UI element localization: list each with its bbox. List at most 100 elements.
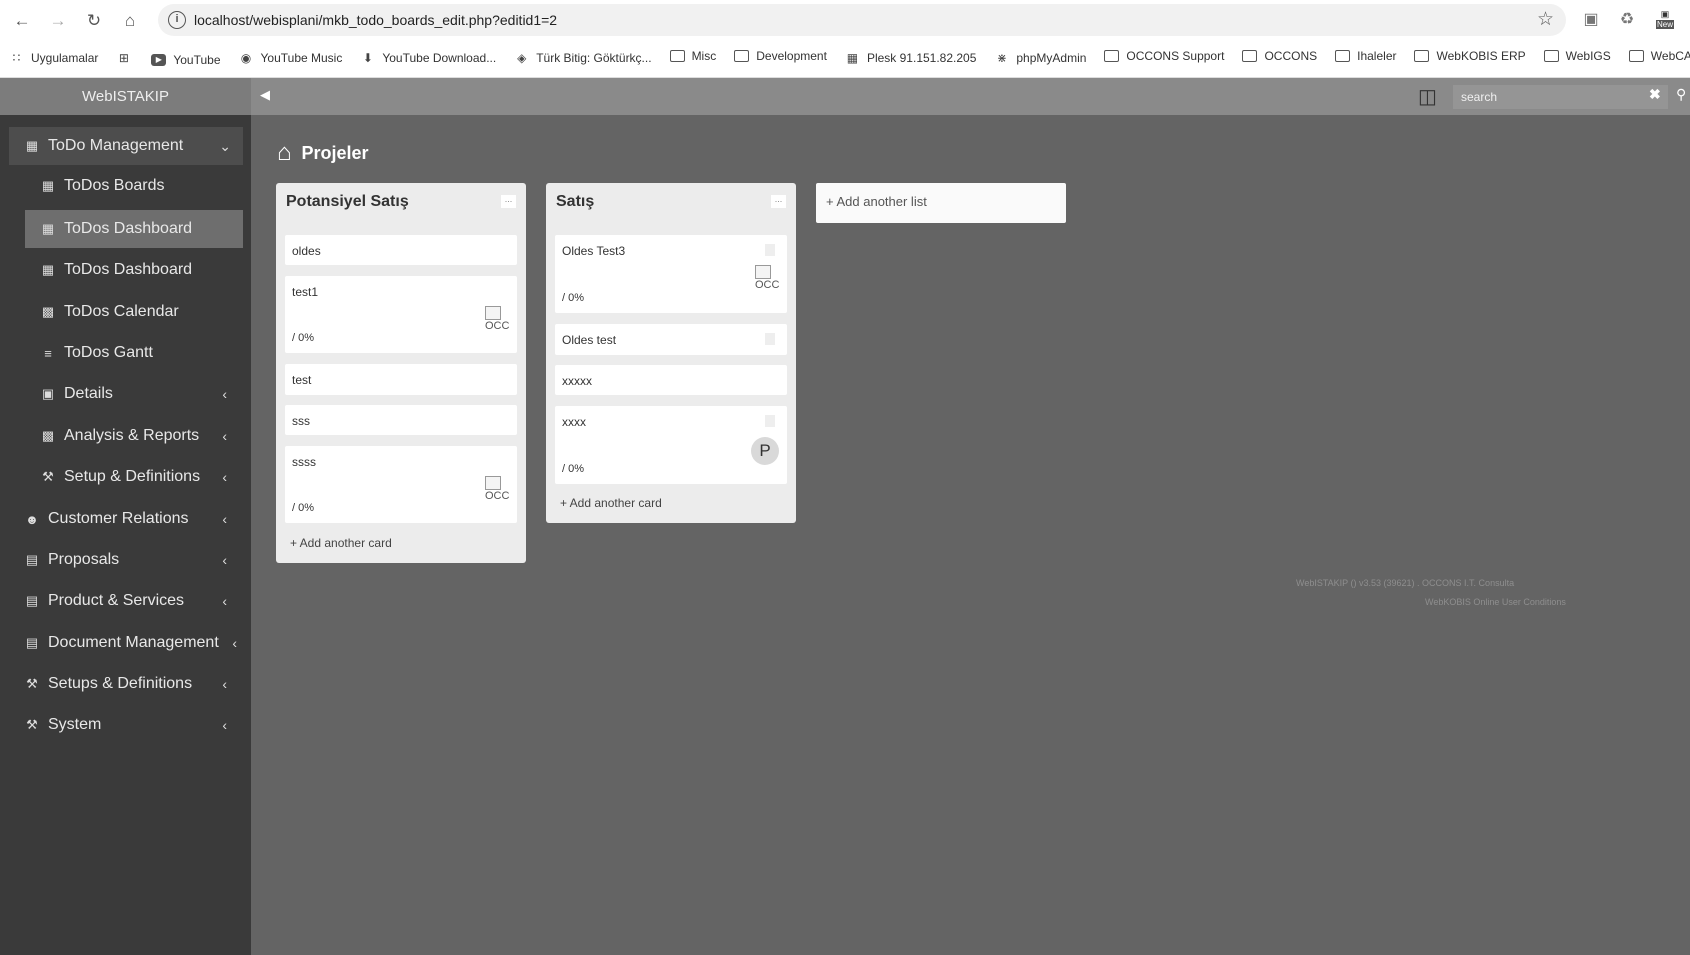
- back-icon[interactable]: ←: [9, 8, 35, 34]
- home-browser-icon[interactable]: ⌂: [117, 8, 143, 34]
- card-checkbox[interactable]: [765, 244, 775, 256]
- sidebar-item-setup-definitions[interactable]: ⚒ Setup & Definitions ‹: [0, 458, 251, 496]
- card[interactable]: xxxx P / 0%: [555, 406, 787, 484]
- footer-conditions-link[interactable]: WebKOBIS Online User Conditions: [1425, 597, 1566, 607]
- bookmark-webigs[interactable]: WebIGS: [1535, 42, 1620, 70]
- card-progress: / 0%: [562, 463, 585, 475]
- recycle-icon[interactable]: ♻: [1616, 9, 1638, 31]
- address-bar[interactable]: i localhost/webisplani/mkb_todo_boards_e…: [158, 4, 1566, 36]
- add-card-button[interactable]: + Add another card: [560, 496, 662, 510]
- sidebar-item-todos-boards[interactable]: ▦ ToDos Boards: [0, 167, 251, 205]
- broken-image-icon: OCC: [483, 306, 511, 334]
- add-list-button[interactable]: + Add another list: [816, 183, 1066, 223]
- star-icon[interactable]: ☆: [1537, 8, 1554, 31]
- sidebar-item-details[interactable]: ▣ Details ‹: [0, 375, 251, 413]
- bookmark-grid[interactable]: ⊞: [107, 44, 142, 72]
- sidebar-item-proposals[interactable]: ▤ Proposals ‹: [0, 541, 251, 579]
- phpmyadmin-icon: ⋇: [996, 51, 1007, 65]
- bookmark-webca[interactable]: WebCA: [1620, 42, 1690, 70]
- search-icon[interactable]: ⚲: [1676, 86, 1686, 103]
- list-title[interactable]: Potansiyel Satış: [286, 193, 409, 211]
- network-icon[interactable]: ◫: [1418, 84, 1444, 110]
- chevron-left-icon: ‹: [222, 511, 227, 527]
- bar-chart-icon: ▩: [41, 428, 55, 443]
- users-icon: ☻: [25, 511, 39, 527]
- sidebar-item-setups-definitions[interactable]: ⚒ Setups & Definitions ‹: [0, 665, 251, 703]
- calendar-icon: ▩: [41, 304, 55, 319]
- clear-search-icon[interactable]: ✖: [1649, 86, 1661, 103]
- bookmark-turk-bitig[interactable]: ◈ Türk Bitig: Göktürkç...: [505, 44, 660, 72]
- info-icon[interactable]: i: [168, 11, 186, 29]
- bookmark-apps[interactable]: ∷ Uygulamalar: [0, 44, 107, 72]
- bookmark-ihaleler[interactable]: Ihaleler: [1326, 42, 1405, 70]
- list-menu-button[interactable]: ...: [501, 195, 516, 208]
- list-menu-button[interactable]: ...: [771, 195, 786, 208]
- card[interactable]: oldes: [285, 235, 517, 265]
- bookmark-plesk[interactable]: ▦ Plesk 91.151.82.205: [836, 44, 985, 72]
- card-checkbox[interactable]: [765, 333, 775, 345]
- folder-icon: [734, 50, 750, 62]
- sidebar-item-todos-calendar[interactable]: ▩ ToDos Calendar: [0, 293, 251, 331]
- sidebar-item-system[interactable]: ⚒ System ‹: [0, 706, 251, 744]
- sidebar-toggle-icon[interactable]: ◀: [260, 87, 270, 103]
- extension-new-icon[interactable]: ▣ New: [1652, 9, 1678, 31]
- card[interactable]: Oldes Test3 OCC / 0%: [555, 235, 787, 313]
- folder-icon: [1242, 50, 1258, 62]
- chevron-left-icon: ‹: [222, 386, 227, 402]
- brand-logo[interactable]: WebISTAKIP: [0, 78, 251, 115]
- add-card-button[interactable]: + Add another card: [290, 536, 392, 550]
- sidebar-item-todos-dashboard-active[interactable]: ▦ ToDos Dashboard: [25, 210, 243, 248]
- bookmark-youtube-download[interactable]: ⬇ YouTube Download...: [351, 44, 505, 72]
- bookmark-youtube-music[interactable]: ◉ YouTube Music: [230, 44, 352, 72]
- card[interactable]: ssss OCC / 0%: [285, 446, 517, 523]
- sidebar-item-document-management[interactable]: ▤ Document Management ‹: [0, 624, 251, 662]
- card[interactable]: test: [285, 364, 517, 395]
- footer-version: WebISTAKIP () v3.53 (39621) . OCCONS I.T…: [1296, 578, 1515, 588]
- bookmarks-bar: ∷ Uygulamalar ⊞ ▶ YouTube ◉ YouTube Music ⬇ YouT…: [0, 42, 1690, 72]
- card-checkbox[interactable]: [765, 415, 775, 427]
- details-icon: ▣: [41, 386, 55, 401]
- folder-icon: [1104, 50, 1120, 62]
- card-title: ssss: [292, 455, 316, 469]
- card[interactable]: sss: [285, 405, 517, 435]
- avatar[interactable]: P: [751, 437, 779, 465]
- card-title: Oldes test: [562, 333, 617, 347]
- card-title: xxxxx: [562, 374, 592, 388]
- sidebar-item-todos-gantt[interactable]: ≡ ToDos Gantt: [0, 334, 251, 372]
- reload-icon[interactable]: ↻: [81, 8, 107, 34]
- sidebar-item-analysis-reports[interactable]: ▩ Analysis & Reports ‹: [0, 417, 251, 455]
- search-input[interactable]: [1453, 85, 1668, 109]
- folder-icon: [669, 50, 685, 62]
- gem-icon: ◈: [517, 51, 527, 65]
- card-title: oldes: [292, 244, 321, 258]
- youtube-music-icon: ◉: [240, 51, 252, 65]
- bookmark-phpmyadmin[interactable]: ⋇ phpMyAdmin: [985, 44, 1095, 72]
- card[interactable]: Oldes test: [555, 324, 787, 355]
- chevron-left-icon: ‹: [222, 717, 227, 733]
- bookmark-development[interactable]: Development: [725, 42, 836, 70]
- chevron-down-icon: ⌄: [219, 137, 231, 154]
- home-icon[interactable]: ⌂: [277, 141, 292, 165]
- forward-icon[interactable]: →: [45, 8, 71, 34]
- chevron-left-icon: ‹: [222, 593, 227, 609]
- url-text[interactable]: localhost/webisplani/mkb_todo_boards_edi…: [194, 12, 557, 28]
- card[interactable]: xxxxx: [555, 365, 787, 395]
- document-icon: ▤: [25, 635, 39, 650]
- bookmark-misc[interactable]: Misc: [661, 42, 726, 70]
- sidebar-item-todos-dashboard[interactable]: ▦ ToDos Dashboard: [0, 251, 251, 289]
- sidebar: ▦ ToDo Management ⌄ ▦ ToDos Boards ▦ ToDos D…: [0, 115, 251, 955]
- table-icon: ▦: [25, 138, 39, 153]
- sidebar-item-todo-management[interactable]: ▦ ToDo Management ⌄: [9, 127, 243, 165]
- bookmark-youtube[interactable]: ▶ YouTube: [142, 46, 229, 72]
- list-title[interactable]: Satış: [556, 193, 594, 211]
- chevron-left-icon: ‹: [222, 428, 227, 444]
- bookmark-occons[interactable]: OCCONS: [1233, 42, 1326, 70]
- bookmark-webkobis-erp[interactable]: WebKOBIS ERP: [1405, 42, 1534, 70]
- sidebar-item-product-services[interactable]: ▤ Product & Services ‹: [0, 582, 251, 620]
- translate-icon[interactable]: ▣: [1580, 9, 1602, 31]
- page-title-text: Projeler: [301, 142, 369, 163]
- bookmark-occons-support[interactable]: OCCONS Support: [1095, 42, 1233, 70]
- card[interactable]: test1 OCC / 0%: [285, 276, 517, 353]
- sidebar-item-customer-relations[interactable]: ☻ Customer Relations ‹: [0, 500, 251, 538]
- card-title: xxxx: [562, 415, 586, 429]
